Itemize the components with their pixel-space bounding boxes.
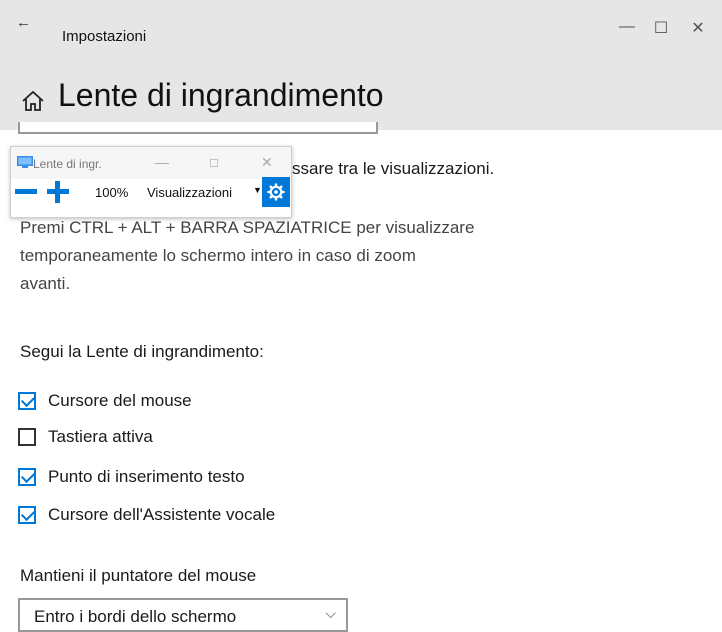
checkbox-label-mouse-cursor: Cursore del mouse bbox=[48, 391, 192, 410]
clipped-dropdown[interactable] bbox=[18, 122, 378, 134]
magnifier-minimize-button[interactable]: — bbox=[155, 154, 169, 170]
home-icon bbox=[22, 90, 44, 111]
magnifier-settings-button[interactable] bbox=[262, 177, 290, 207]
keep-pointer-select[interactable]: Entro i bordi dello schermo ⌵ bbox=[18, 598, 348, 632]
zoom-level: 100% bbox=[95, 185, 129, 200]
close-button[interactable]: ✕ bbox=[688, 18, 708, 38]
maximize-button[interactable]: ☐ bbox=[651, 18, 671, 38]
checkbox-row-active-keyboard[interactable]: Tastiera attiva bbox=[18, 425, 153, 449]
checkbox-label-text-cursor: Punto di inserimento testo bbox=[48, 467, 245, 486]
magnifier-app-icon bbox=[17, 156, 33, 168]
magnifier-titlebar[interactable]: Lente di ingr. — ☐ ✕ bbox=[11, 147, 291, 179]
magnifier-toolbar: 100% Visualizzazioni ▼ bbox=[11, 177, 291, 217]
keep-pointer-label: Mantieni il puntatore del mouse bbox=[20, 566, 257, 585]
settings-titlebar: ← Impostazioni — ☐ ✕ Lente di ingrandime… bbox=[0, 0, 722, 130]
checkbox-mouse-cursor[interactable] bbox=[18, 392, 36, 410]
checkbox-row-mouse-cursor[interactable]: Cursore del mouse bbox=[18, 389, 192, 413]
views-dropdown-caret-icon[interactable]: ▼ bbox=[253, 185, 262, 195]
magnifier-window[interactable]: Lente di ingr. — ☐ ✕ 100% Visualizzazion… bbox=[10, 146, 292, 218]
checkbox-active-keyboard[interactable] bbox=[18, 428, 36, 446]
keep-pointer-select-value: Entro i bordi dello schermo bbox=[34, 607, 237, 626]
checkbox-row-text-cursor[interactable]: Punto di inserimento testo bbox=[18, 465, 245, 489]
description-line-3: avanti. bbox=[20, 274, 71, 293]
checkbox-label-narrator-cursor: Cursore dell'Assistente vocale bbox=[48, 505, 276, 524]
checkbox-label-active-keyboard: Tastiera attiva bbox=[48, 427, 153, 446]
checkbox-text-cursor[interactable] bbox=[18, 468, 36, 486]
gear-icon bbox=[267, 183, 285, 201]
description-line-1: Premi CTRL + ALT + BARRA SPAZIATRICE per… bbox=[20, 218, 475, 237]
views-dropdown[interactable]: Visualizzazioni bbox=[147, 185, 232, 200]
zoom-in-button[interactable] bbox=[47, 181, 69, 203]
minimize-button[interactable]: — bbox=[617, 18, 637, 36]
views-hint-text: ssare tra le visualizzazioni. bbox=[292, 159, 495, 178]
magnifier-maximize-button[interactable]: ☐ bbox=[209, 157, 219, 170]
zoom-out-button[interactable] bbox=[15, 189, 37, 194]
description-line-2: temporaneamente lo schermo intero in cas… bbox=[20, 246, 416, 265]
checkbox-narrator-cursor[interactable] bbox=[18, 506, 36, 524]
back-arrow-button[interactable]: ← bbox=[16, 14, 31, 31]
app-title: Impostazioni bbox=[62, 28, 147, 45]
checkbox-row-narrator-cursor[interactable]: Cursore dell'Assistente vocale bbox=[18, 503, 275, 527]
magnifier-title: Lente di ingr. bbox=[33, 157, 102, 171]
magnifier-close-button[interactable]: ✕ bbox=[261, 154, 273, 171]
page-title: Lente di ingrandimento bbox=[58, 77, 384, 113]
follow-section-label: Segui la Lente di ingrandimento: bbox=[20, 342, 264, 361]
chevron-down-icon: ⌵ bbox=[325, 605, 336, 621]
